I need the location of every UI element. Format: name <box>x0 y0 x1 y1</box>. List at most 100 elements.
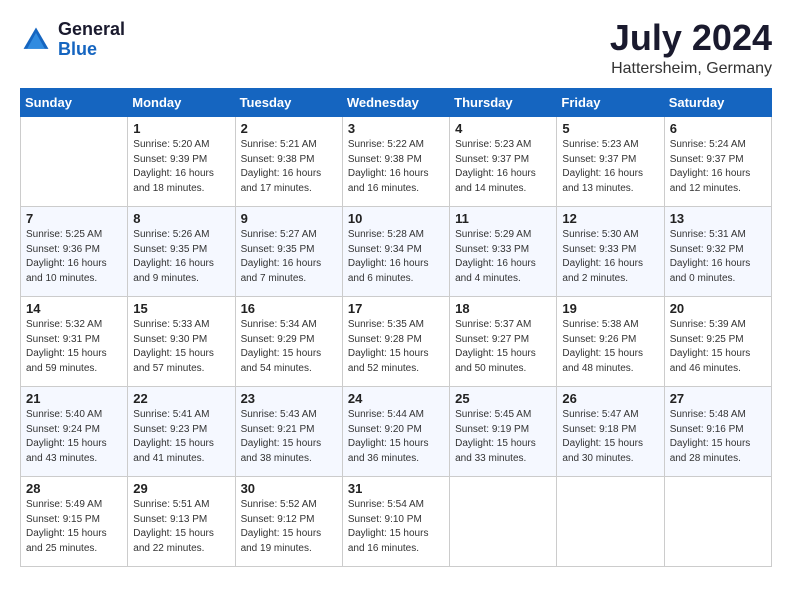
weekday-header: Saturday <box>664 89 771 117</box>
day-info: Sunrise: 5:28 AM Sunset: 9:34 PM Dayligh… <box>348 228 444 286</box>
day-number: 18 <box>455 301 551 316</box>
day-info: Sunrise: 5:39 AM Sunset: 9:25 PM Dayligh… <box>670 318 766 376</box>
day-info: Sunrise: 5:52 AM Sunset: 9:12 PM Dayligh… <box>241 498 337 556</box>
calendar-cell: 24Sunrise: 5:44 AM Sunset: 9:20 PM Dayli… <box>342 387 449 477</box>
calendar-cell: 5 Sunrise: 5:23 AM Sunset: 9:37 PM Daylig… <box>557 117 664 207</box>
day-number: 29 <box>133 481 229 496</box>
day-info: Sunrise: 5:27 AM Sunset: 9:35 PM Dayligh… <box>241 228 337 286</box>
day-info: Sunrise: 5:49 AM Sunset: 9:15 PM Dayligh… <box>26 498 122 556</box>
day-number: 11 <box>455 211 551 226</box>
day-number: 9 <box>241 211 337 226</box>
weekday-header: Tuesday <box>235 89 342 117</box>
day-number: 8 <box>133 211 229 226</box>
calendar-table: SundayMondayTuesdayWednesdayThursdayFrid… <box>20 88 772 567</box>
day-number: 16 <box>241 301 337 316</box>
day-info: Sunrise: 5:41 AM Sunset: 9:23 PM Dayligh… <box>133 408 229 466</box>
day-info: Sunrise: 5:30 AM Sunset: 9:33 PM Dayligh… <box>562 228 658 286</box>
day-number: 3 <box>348 121 444 136</box>
day-number: 22 <box>133 391 229 406</box>
calendar-cell: 12 Sunrise: 5:30 AM Sunset: 9:33 PM Dayli… <box>557 207 664 297</box>
page-header: General Blue July 2024 Hattersheim, Germ… <box>20 20 772 78</box>
day-number: 15 <box>133 301 229 316</box>
day-info: Sunrise: 5:29 AM Sunset: 9:33 PM Dayligh… <box>455 228 551 286</box>
day-number: 26 <box>562 391 658 406</box>
day-number: 17 <box>348 301 444 316</box>
calendar-cell: 28 Sunrise: 5:49 AM Sunset: 9:15 PM Dayli… <box>21 477 128 567</box>
calendar-cell: 26 Sunrise: 5:47 AM Sunset: 9:18 PM Dayli… <box>557 387 664 477</box>
logo-icon <box>20 24 52 56</box>
logo: General Blue <box>20 20 125 60</box>
calendar-cell: 19 Sunrise: 5:38 AM Sunset: 9:26 PM Dayli… <box>557 297 664 387</box>
weekday-header: Thursday <box>450 89 557 117</box>
day-info: Sunrise: 5:54 AM Sunset: 9:10 PM Dayligh… <box>348 498 444 556</box>
calendar-week-row: 14Sunrise: 5:32 AM Sunset: 9:31 PM Dayli… <box>21 297 772 387</box>
calendar-cell: 10 Sunrise: 5:28 AM Sunset: 9:34 PM Dayli… <box>342 207 449 297</box>
day-info: Sunrise: 5:21 AM Sunset: 9:38 PM Dayligh… <box>241 138 337 196</box>
calendar-cell: 13 Sunrise: 5:31 AM Sunset: 9:32 PM Dayli… <box>664 207 771 297</box>
day-number: 13 <box>670 211 766 226</box>
calendar-cell <box>21 117 128 207</box>
day-info: Sunrise: 5:26 AM Sunset: 9:35 PM Dayligh… <box>133 228 229 286</box>
day-number: 12 <box>562 211 658 226</box>
calendar-cell: 29 Sunrise: 5:51 AM Sunset: 9:13 PM Dayli… <box>128 477 235 567</box>
day-info: Sunrise: 5:48 AM Sunset: 9:16 PM Dayligh… <box>670 408 766 466</box>
calendar-cell: 17Sunrise: 5:35 AM Sunset: 9:28 PM Dayli… <box>342 297 449 387</box>
day-number: 5 <box>562 121 658 136</box>
day-info: Sunrise: 5:47 AM Sunset: 9:18 PM Dayligh… <box>562 408 658 466</box>
day-info: Sunrise: 5:40 AM Sunset: 9:24 PM Dayligh… <box>26 408 122 466</box>
day-info: Sunrise: 5:23 AM Sunset: 9:37 PM Dayligh… <box>455 138 551 196</box>
day-info: Sunrise: 5:38 AM Sunset: 9:26 PM Dayligh… <box>562 318 658 376</box>
calendar-cell <box>557 477 664 567</box>
calendar-cell: 8 Sunrise: 5:26 AM Sunset: 9:35 PM Daylig… <box>128 207 235 297</box>
calendar-week-row: 7Sunrise: 5:25 AM Sunset: 9:36 PM Daylig… <box>21 207 772 297</box>
day-number: 28 <box>26 481 122 496</box>
weekday-header: Sunday <box>21 89 128 117</box>
calendar-cell: 22 Sunrise: 5:41 AM Sunset: 9:23 PM Dayli… <box>128 387 235 477</box>
day-info: Sunrise: 5:24 AM Sunset: 9:37 PM Dayligh… <box>670 138 766 196</box>
day-info: Sunrise: 5:32 AM Sunset: 9:31 PM Dayligh… <box>26 318 122 376</box>
day-info: Sunrise: 5:31 AM Sunset: 9:32 PM Dayligh… <box>670 228 766 286</box>
day-number: 19 <box>562 301 658 316</box>
calendar-cell <box>450 477 557 567</box>
calendar-cell: 3 Sunrise: 5:22 AM Sunset: 9:38 PM Daylig… <box>342 117 449 207</box>
day-info: Sunrise: 5:34 AM Sunset: 9:29 PM Dayligh… <box>241 318 337 376</box>
day-number: 6 <box>670 121 766 136</box>
weekday-header: Wednesday <box>342 89 449 117</box>
day-number: 4 <box>455 121 551 136</box>
day-number: 24 <box>348 391 444 406</box>
day-info: Sunrise: 5:51 AM Sunset: 9:13 PM Dayligh… <box>133 498 229 556</box>
calendar-cell: 9 Sunrise: 5:27 AM Sunset: 9:35 PM Daylig… <box>235 207 342 297</box>
logo-blue-text: Blue <box>58 40 125 60</box>
day-info: Sunrise: 5:20 AM Sunset: 9:39 PM Dayligh… <box>133 138 229 196</box>
calendar-cell <box>664 477 771 567</box>
day-number: 25 <box>455 391 551 406</box>
month-title: July 2024 <box>610 20 772 56</box>
calendar-cell: 20 Sunrise: 5:39 AM Sunset: 9:25 PM Dayli… <box>664 297 771 387</box>
calendar-cell: 25 Sunrise: 5:45 AM Sunset: 9:19 PM Dayli… <box>450 387 557 477</box>
day-number: 1 <box>133 121 229 136</box>
calendar-week-row: 1 Sunrise: 5:20 AM Sunset: 9:39 PM Daylig… <box>21 117 772 207</box>
day-number: 10 <box>348 211 444 226</box>
calendar-week-row: 28 Sunrise: 5:49 AM Sunset: 9:15 PM Dayli… <box>21 477 772 567</box>
logo-general-text: General <box>58 20 125 40</box>
calendar-cell: 23Sunrise: 5:43 AM Sunset: 9:21 PM Dayli… <box>235 387 342 477</box>
location: Hattersheim, Germany <box>610 60 772 78</box>
calendar-cell: 7Sunrise: 5:25 AM Sunset: 9:36 PM Daylig… <box>21 207 128 297</box>
day-number: 30 <box>241 481 337 496</box>
calendar-cell: 15Sunrise: 5:33 AM Sunset: 9:30 PM Dayli… <box>128 297 235 387</box>
day-info: Sunrise: 5:37 AM Sunset: 9:27 PM Dayligh… <box>455 318 551 376</box>
calendar-cell: 30 Sunrise: 5:52 AM Sunset: 9:12 PM Dayli… <box>235 477 342 567</box>
calendar-cell: 6 Sunrise: 5:24 AM Sunset: 9:37 PM Daylig… <box>664 117 771 207</box>
day-info: Sunrise: 5:45 AM Sunset: 9:19 PM Dayligh… <box>455 408 551 466</box>
day-number: 2 <box>241 121 337 136</box>
calendar-week-row: 21Sunrise: 5:40 AM Sunset: 9:24 PM Dayli… <box>21 387 772 477</box>
title-area: July 2024 Hattersheim, Germany <box>610 20 772 78</box>
day-info: Sunrise: 5:23 AM Sunset: 9:37 PM Dayligh… <box>562 138 658 196</box>
day-info: Sunrise: 5:22 AM Sunset: 9:38 PM Dayligh… <box>348 138 444 196</box>
calendar-cell: 1 Sunrise: 5:20 AM Sunset: 9:39 PM Daylig… <box>128 117 235 207</box>
calendar-cell: 31Sunrise: 5:54 AM Sunset: 9:10 PM Dayli… <box>342 477 449 567</box>
calendar-cell: 2 Sunrise: 5:21 AM Sunset: 9:38 PM Daylig… <box>235 117 342 207</box>
day-number: 20 <box>670 301 766 316</box>
day-info: Sunrise: 5:43 AM Sunset: 9:21 PM Dayligh… <box>241 408 337 466</box>
calendar-cell: 21Sunrise: 5:40 AM Sunset: 9:24 PM Dayli… <box>21 387 128 477</box>
